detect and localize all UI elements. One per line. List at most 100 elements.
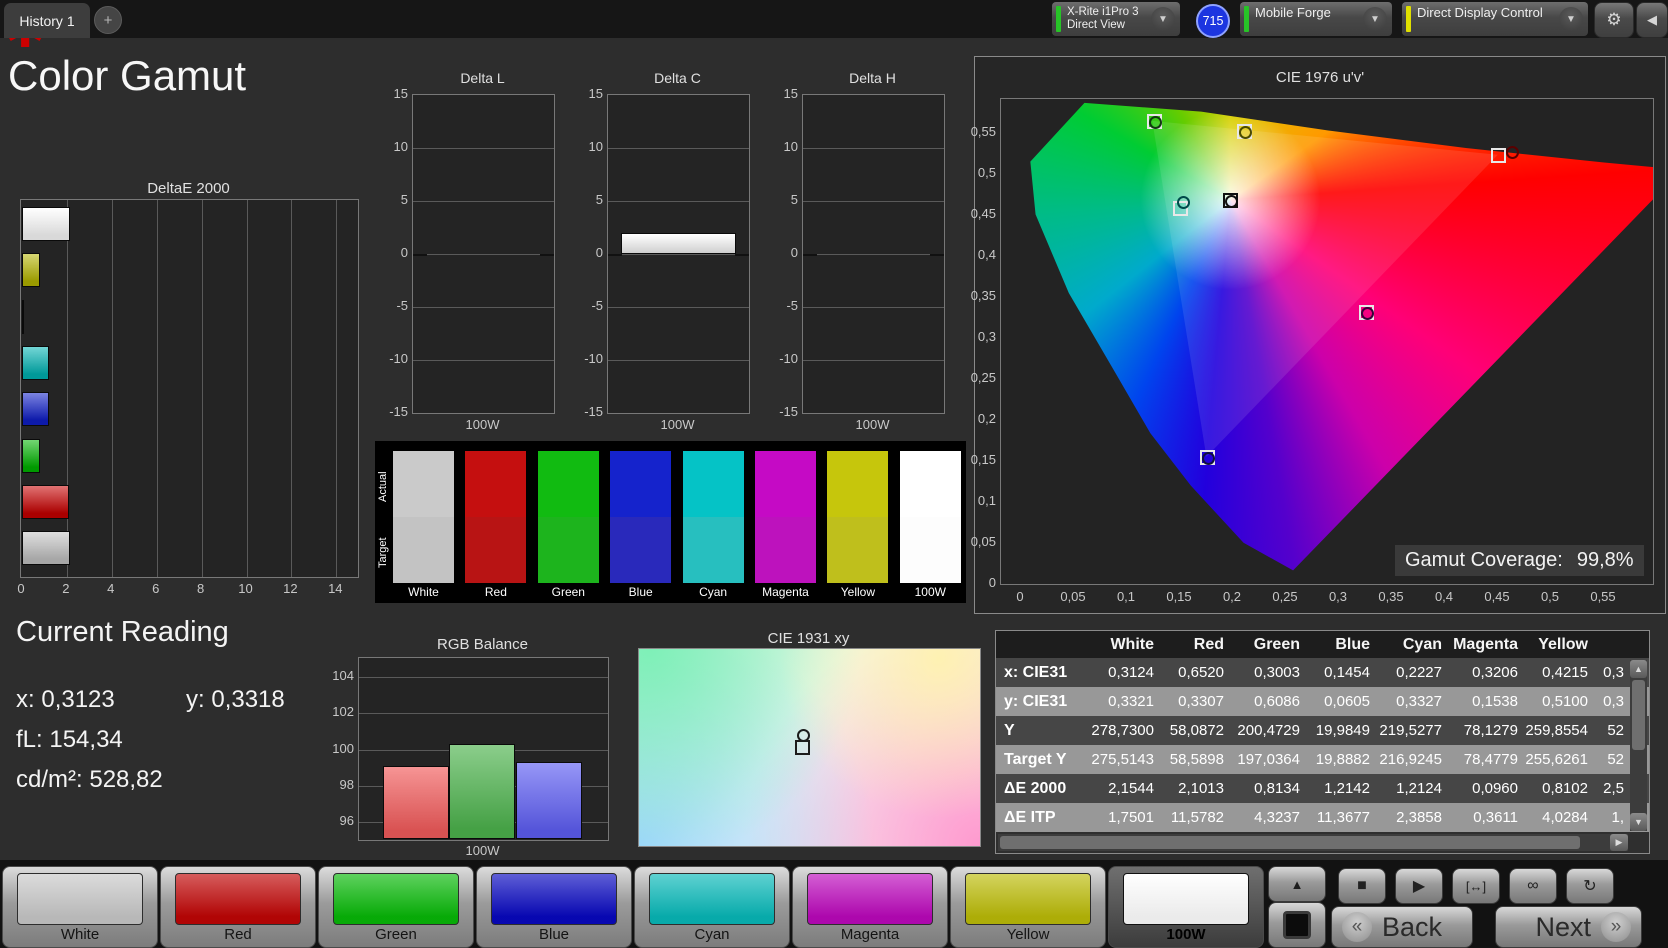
patch-button-100w[interactable]: 100W bbox=[1108, 866, 1264, 948]
measurement-table: White Red Green Blue Cyan Magenta Yellow x: CIE… bbox=[995, 630, 1650, 854]
scroll-up-arrow[interactable]: ▲ bbox=[1630, 660, 1647, 678]
patch-button-magenta[interactable]: Magenta bbox=[792, 866, 948, 948]
scroll-thumb[interactable] bbox=[1632, 680, 1645, 750]
table-cell: 275,5143 bbox=[1091, 751, 1154, 768]
refresh-button[interactable]: ↻ bbox=[1566, 868, 1614, 904]
patch-button-white[interactable]: White bbox=[2, 866, 158, 948]
table-cell: 0,2227 bbox=[1396, 664, 1442, 681]
scroll-right-arrow[interactable]: ▶ bbox=[1610, 834, 1628, 851]
patch-swatch bbox=[649, 873, 775, 925]
table-cell: 1,7501 bbox=[1108, 809, 1154, 826]
table-vertical-scrollbar[interactable]: ▲ ▼ bbox=[1630, 660, 1647, 831]
delta-x-label: 100W bbox=[465, 417, 500, 432]
patch-button-cyan[interactable]: Cyan bbox=[634, 866, 790, 948]
back-label: Back bbox=[1382, 911, 1443, 942]
gridline bbox=[413, 254, 554, 255]
gridline bbox=[413, 307, 554, 308]
table-cell: 2,1013 bbox=[1178, 780, 1224, 797]
patch-button-yellow[interactable]: Yellow bbox=[950, 866, 1106, 948]
stop-large-button[interactable] bbox=[1268, 902, 1326, 948]
gridline bbox=[291, 200, 293, 577]
y-tick-label: 10 bbox=[393, 139, 408, 154]
patch-button-red[interactable]: Red bbox=[160, 866, 316, 948]
table-cell: 11,3677 bbox=[1316, 809, 1370, 826]
table-cell: 11,5782 bbox=[1170, 809, 1224, 826]
meter-count-badge[interactable]: 715 bbox=[1196, 4, 1230, 38]
collapse-panel-button[interactable]: ◀ bbox=[1636, 2, 1668, 38]
gamut-coverage-label: Gamut Coverage: bbox=[1405, 549, 1563, 571]
table-header-magenta: Magenta bbox=[1453, 635, 1518, 653]
source-dropdown[interactable]: Mobile Forge ▼ bbox=[1240, 2, 1392, 36]
scroll-down-arrow[interactable]: ▼ bbox=[1630, 813, 1647, 831]
table-header-red: Red bbox=[1193, 635, 1224, 653]
patch-button-blue[interactable]: Blue bbox=[476, 866, 632, 948]
gridline bbox=[246, 200, 248, 577]
tab-history-1[interactable]: History 1 bbox=[4, 3, 90, 38]
table-header-cyan: Cyan bbox=[1402, 635, 1442, 653]
scroll-thumb[interactable] bbox=[1000, 836, 1580, 849]
add-tab-button[interactable]: + bbox=[94, 6, 122, 34]
deltae-bar-blue bbox=[22, 392, 50, 427]
gear-icon: ⚙ bbox=[1606, 10, 1622, 29]
rgb-balance-title: RGB Balance bbox=[437, 636, 528, 653]
gridline bbox=[803, 254, 944, 255]
swatch-column-label: White bbox=[408, 585, 439, 599]
table-row: y: CIE31 0,3321 0,3307 0,6086 0,0605 0,3327 0,… bbox=[996, 687, 1649, 716]
deltae2000-chart bbox=[20, 199, 359, 578]
rgb-bar-red bbox=[383, 765, 449, 839]
rgb-y-tick: 100 bbox=[332, 740, 354, 756]
deltae-bar-cyan bbox=[22, 345, 50, 380]
chevron-left-icon: « bbox=[1342, 912, 1372, 942]
table-cell: 0,3327 bbox=[1396, 693, 1442, 710]
table-cell: 1,2142 bbox=[1324, 780, 1370, 797]
cie1976-x-tick: 0,25 bbox=[1272, 589, 1298, 604]
back-button[interactable]: « Back bbox=[1331, 906, 1473, 948]
patch-label: Red bbox=[224, 926, 252, 943]
table-cell: 0,1454 bbox=[1324, 664, 1370, 681]
meter-dropdown[interactable]: X-Rite i1Pro 3 Direct View ▼ bbox=[1052, 2, 1180, 36]
deltae2000-title: DeltaE 2000 bbox=[147, 180, 230, 197]
scroll-patches-up-button[interactable]: ▲ bbox=[1268, 866, 1326, 902]
gridline bbox=[608, 360, 749, 361]
stop-button[interactable]: ■ bbox=[1338, 868, 1386, 904]
display-control-dropdown[interactable]: Direct Display Control ▼ bbox=[1402, 2, 1588, 36]
table-cell: 4,3237 bbox=[1254, 809, 1300, 826]
cie1976-x-tick: 0,4 bbox=[1434, 589, 1454, 604]
swatch-actual-green bbox=[537, 451, 599, 517]
app-window: History 1 + X-Rite i1Pro 3 Direct View ▼… bbox=[0, 0, 1668, 948]
table-row-label: y: CIE31 bbox=[1004, 692, 1068, 710]
measure-window-button[interactable]: [↔] bbox=[1452, 868, 1500, 904]
patch-swatch bbox=[491, 873, 617, 925]
cie1976-y-tick: 0,4 bbox=[977, 247, 996, 262]
chevron-down-icon: ▼ bbox=[1363, 7, 1387, 31]
play-button[interactable]: ▶ bbox=[1395, 868, 1443, 904]
next-button[interactable]: Next » bbox=[1495, 906, 1642, 948]
gridline bbox=[413, 201, 554, 202]
patch-button-green[interactable]: Green bbox=[318, 866, 474, 948]
gridline bbox=[803, 201, 944, 202]
settings-button[interactable]: ⚙ bbox=[1594, 2, 1634, 38]
x-tick-label: 2 bbox=[62, 581, 70, 596]
table-cell: 0,5100 bbox=[1542, 693, 1588, 710]
table-row-label: ΔE 2000 bbox=[1004, 779, 1067, 797]
y-tick-label: 0 bbox=[400, 245, 408, 260]
table-cell: 2,3858 bbox=[1396, 809, 1442, 826]
y-tick-label: 0 bbox=[790, 245, 798, 260]
cie1931-title: CIE 1931 xy bbox=[767, 630, 850, 647]
continuous-button[interactable]: ∞ bbox=[1509, 868, 1557, 904]
patch-swatch bbox=[333, 873, 459, 925]
table-cell: 0,0960 bbox=[1472, 780, 1518, 797]
x-tick-label: 10 bbox=[238, 581, 253, 596]
cie1976-x-tick: 0,35 bbox=[1378, 589, 1404, 604]
cie1976-y-tick: 0,15 bbox=[970, 452, 996, 467]
x-tick-label: 4 bbox=[107, 581, 115, 596]
table-horizontal-scrollbar[interactable]: ▶ bbox=[998, 834, 1628, 851]
marker-target-white bbox=[794, 739, 810, 755]
gridline bbox=[413, 360, 554, 361]
table-cell: 219,5277 bbox=[1379, 722, 1442, 739]
table-cell: 1,2124 bbox=[1396, 780, 1442, 797]
table-cell: 0,0605 bbox=[1324, 693, 1370, 710]
y-tick-label: -5 bbox=[396, 298, 408, 313]
rgb-y-tick: 102 bbox=[332, 704, 354, 720]
gridline bbox=[66, 200, 68, 577]
